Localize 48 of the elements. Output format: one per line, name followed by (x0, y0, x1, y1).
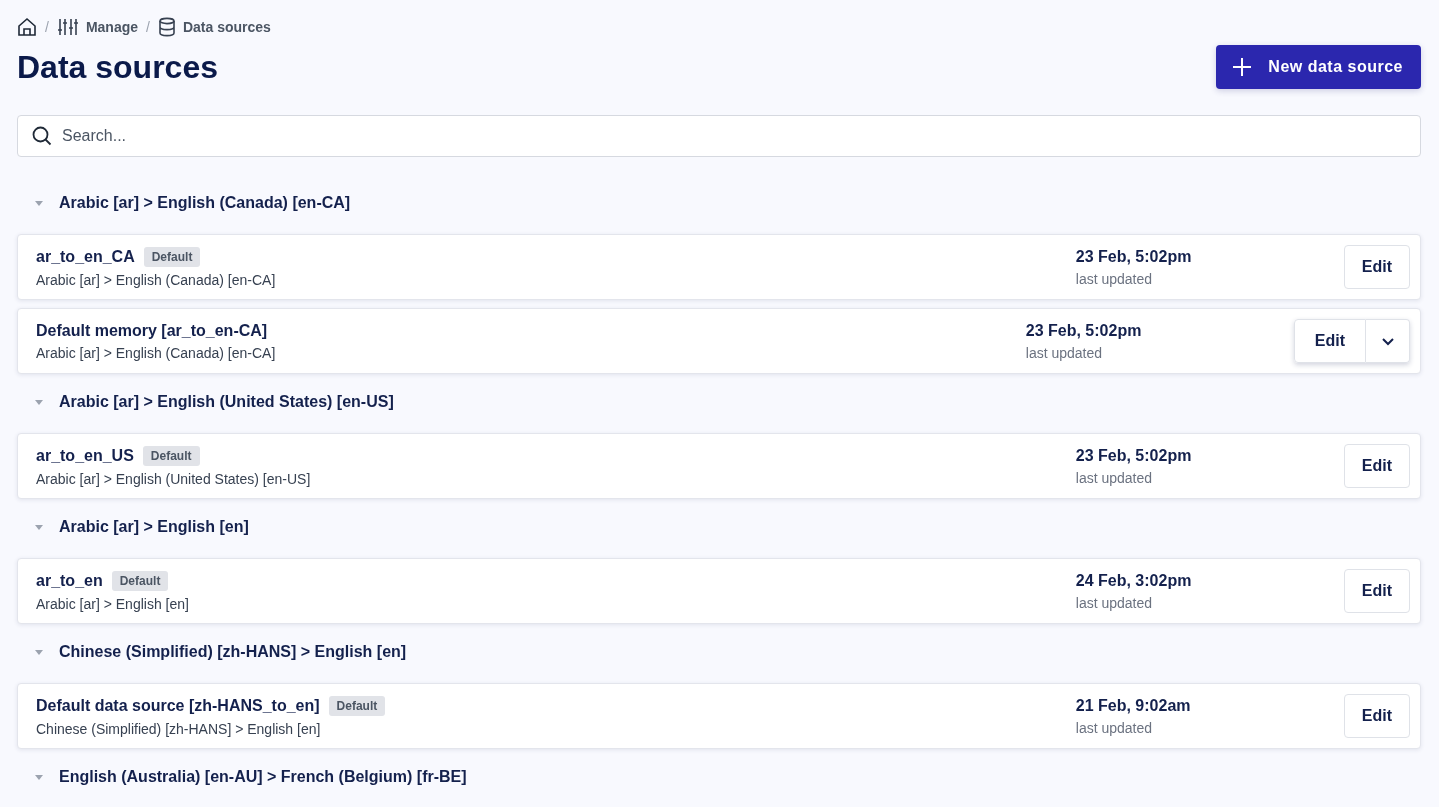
edit-button[interactable]: Edit (1293, 319, 1366, 363)
search-icon (31, 125, 53, 147)
default-badge: Default (143, 246, 201, 267)
data-source-name[interactable]: ar_to_en_US (36, 446, 134, 465)
language-pair: Chinese (Simplified) [zh-HANS] > English [en] (36, 720, 322, 737)
date-label: last updated (1025, 344, 1104, 361)
breadcrumb-separator: / (146, 19, 150, 35)
language-pair: Arabic [ar] > English (Canada) [en-CA] (36, 344, 277, 361)
updated-date: 23 Feb, 5:02pm (1025, 321, 1143, 340)
breadcrumb-separator: / (45, 19, 49, 35)
edit-button[interactable]: Edit (1343, 245, 1410, 289)
edit-button[interactable]: Edit (1343, 694, 1410, 738)
group-title[interactable]: Chinese (Simplified) [zh-HANS] > English [en] (59, 642, 407, 661)
language-pair: Arabic [ar] > English [en] (36, 595, 190, 612)
page-title: Data sources (17, 48, 218, 86)
updated-date: 23 Feb, 5:02pm (1075, 446, 1193, 465)
home-icon[interactable] (17, 17, 37, 37)
dropdown-button[interactable] (1366, 319, 1410, 363)
date-label: last updated (1075, 594, 1154, 611)
updated-date: 21 Feb, 9:02am (1075, 696, 1192, 715)
default-badge: Default (142, 445, 200, 466)
edit-button[interactable]: Edit (1343, 444, 1410, 488)
new-data-source-button[interactable]: New data source (1216, 45, 1421, 89)
data-source-name[interactable]: Default data source [zh-HANS_to_en] (36, 696, 320, 715)
edit-button[interactable]: Edit (1343, 569, 1410, 613)
data-source-name[interactable]: ar_to_en (36, 571, 103, 590)
date-label: last updated (1075, 719, 1154, 736)
date-label: last updated (1075, 270, 1154, 287)
updated-date: 24 Feb, 3:02pm (1075, 571, 1193, 590)
group-title[interactable]: Arabic [ar] > English [en] (59, 517, 249, 536)
data-source-name[interactable]: Default memory [ar_to_en-CA] (36, 321, 268, 340)
language-pair: Arabic [ar] > English (United States) [en-US] (36, 470, 312, 487)
group-title[interactable]: Arabic [ar] > English (Canada) [en-CA] (59, 193, 351, 212)
default-badge: Default (328, 695, 386, 716)
group-title[interactable]: English (Australia) [en-AU] > French (Belgium) [fr-BE] (59, 767, 467, 786)
breadcrumb-link[interactable]: Data sources (182, 19, 271, 35)
breadcrumb-link[interactable]: Manage (85, 19, 138, 35)
language-pair: Arabic [ar] > English (Canada) [en-CA] (36, 271, 277, 288)
sliders-icon (56, 17, 79, 37)
chevron-down-icon (1380, 336, 1395, 346)
group-title[interactable]: Arabic [ar] > English (United States) [en-US] (59, 392, 394, 411)
database-icon (157, 17, 176, 37)
updated-date: 23 Feb, 5:02pm (1075, 247, 1193, 266)
data-source-name[interactable]: ar_to_en_CA (36, 247, 135, 266)
default-badge: Default (111, 570, 169, 591)
date-label: last updated (1075, 469, 1154, 486)
search-field[interactable]: Search... (17, 115, 1421, 157)
plus-icon (1232, 57, 1253, 77)
